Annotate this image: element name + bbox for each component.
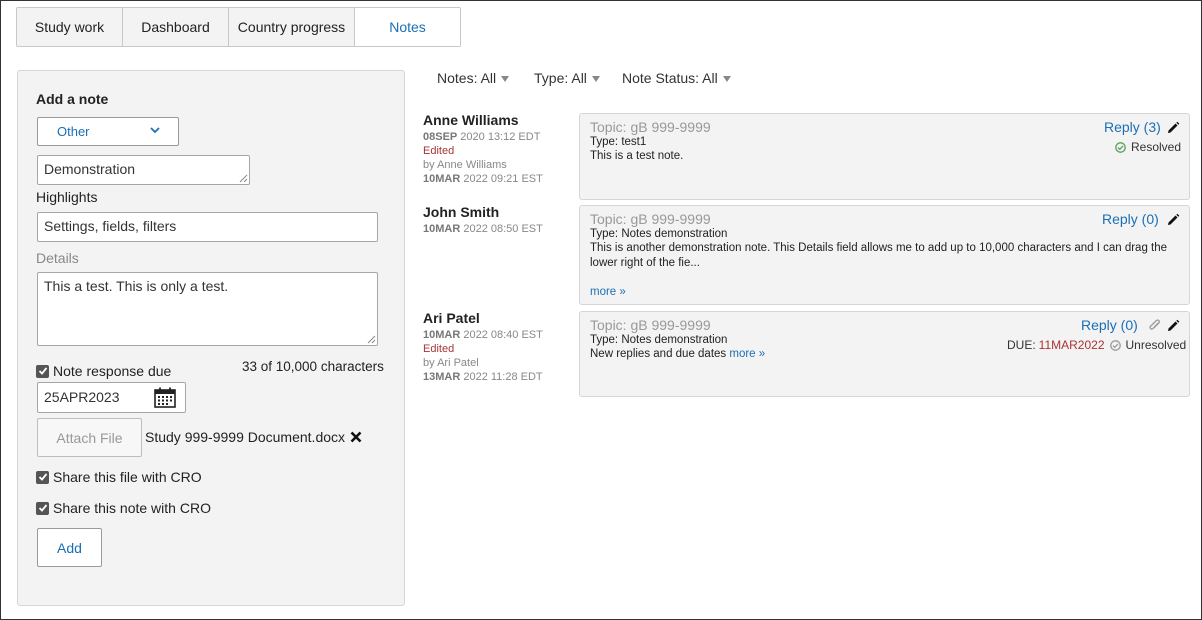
note-topic: Topic: gB 999-9999 (590, 211, 711, 227)
notes-filter[interactable]: Notes: All (437, 70, 510, 86)
note-meta: 08SEP 2020 13:12 EDT Edited by Anne Will… (423, 130, 543, 186)
note-body: This is another demonstration note. This… (590, 242, 1168, 269)
edited-label: Edited (423, 145, 455, 157)
add-note-heading: Add a note (36, 91, 109, 107)
note-meta: 10MAR 2022 08:50 EST (423, 222, 543, 236)
attached-file-name: Study 999-9999 Document.docx (145, 429, 346, 445)
note-topic: Topic: gB 999-9999 (590, 317, 711, 333)
pencil-icon[interactable] (1166, 121, 1180, 135)
tab-bar: Study work Dashboard Country progress No… (16, 7, 461, 47)
note-date: 08SEP 2020 13:12 EDT (423, 131, 541, 143)
note-author: Anne Williams (423, 112, 519, 128)
note-status: Resolved (1115, 140, 1181, 154)
note-date: 10MAR 2022 08:40 EST (423, 329, 543, 341)
details-textarea[interactable]: This a test. This is only a test. (37, 272, 378, 346)
note-card: Topic: gB 999-9999 Type: test1 This is a… (579, 113, 1190, 200)
remove-icon[interactable] (350, 431, 362, 443)
details-label: Details (36, 250, 79, 266)
reply-link[interactable]: Reply (0) (1081, 317, 1138, 333)
details-textarea-value: This a test. This is only a test. (44, 278, 229, 294)
add-note-panel: Add a note Other Demonstration Highlight… (17, 70, 405, 606)
edited-date: 13MAR 2022 11:28 EDT (423, 371, 543, 383)
response-due-label: Note response due (53, 363, 172, 379)
note-body: This is a test note. (590, 150, 684, 162)
subject-field[interactable]: Demonstration (37, 155, 250, 185)
share-note-label: Share this note with CRO (53, 500, 211, 516)
status-filter[interactable]: Note Status: All (622, 70, 731, 86)
category-select[interactable]: Other (37, 117, 179, 146)
note-card: Topic: gB 999-9999 Type: Notes demonstra… (579, 311, 1190, 397)
edited-by: by Ari Patel (423, 357, 479, 369)
caret-down-icon (591, 76, 600, 82)
tab-country-progress[interactable]: Country progress (229, 8, 355, 46)
reply-link[interactable]: Reply (3) (1104, 119, 1161, 135)
note-status: DUE: 11MAR2022 Unresolved (1007, 338, 1186, 352)
note-topic: Topic: gB 999-9999 (590, 119, 711, 135)
note-type: Type: Notes demonstration (590, 228, 728, 240)
note-type: Type: test1 (590, 136, 647, 148)
note-date: 10MAR 2022 08:50 EST (423, 223, 543, 235)
notes-filter-label: Notes: All (437, 70, 497, 86)
note-body: New replies and due dates (590, 348, 727, 360)
response-due-checkbox[interactable] (36, 364, 49, 378)
checkmark-icon (38, 367, 47, 375)
attached-file: Study 999-9999 Document.docx (145, 429, 362, 445)
pencil-icon[interactable] (1166, 319, 1180, 333)
note-meta: 10MAR 2022 08:40 EST Edited by Ari Patel… (423, 328, 543, 384)
share-note-option[interactable]: Share this note with CRO (36, 500, 211, 516)
paperclip-icon[interactable] (1148, 319, 1162, 333)
due-label: DUE: (1007, 338, 1036, 352)
edited-by: by Anne Williams (423, 159, 507, 171)
response-due-option[interactable]: Note response due (36, 363, 171, 379)
note-type: Type: Notes demonstration (590, 334, 728, 346)
type-filter[interactable]: Type: All (534, 70, 600, 86)
caret-down-icon (722, 76, 731, 82)
checkmark-icon (38, 473, 47, 481)
add-button[interactable]: Add (37, 528, 102, 567)
status-filter-label: Note Status: All (622, 70, 718, 86)
highlights-field[interactable]: Settings, fields, filters (37, 212, 378, 242)
check-circle-icon (1115, 141, 1126, 153)
more-link[interactable]: more » (729, 348, 765, 360)
pencil-icon[interactable] (1166, 213, 1180, 227)
share-note-checkbox[interactable] (36, 501, 49, 515)
tab-notes[interactable]: Notes (355, 8, 460, 46)
more-link[interactable]: more » (590, 285, 626, 300)
note-body-line: New replies and due dates more » (590, 347, 765, 362)
note-status-label: Resolved (1131, 140, 1182, 154)
due-date-field[interactable]: 25APR2023 (37, 382, 186, 413)
resize-grip-icon[interactable] (367, 335, 376, 344)
attach-file-button[interactable]: Attach File (37, 418, 142, 457)
due-date-value: 25APR2023 (44, 389, 120, 405)
edited-label: Edited (423, 343, 455, 355)
category-select-value: Other (57, 124, 90, 139)
checkmark-icon (38, 504, 47, 512)
tab-study-work[interactable]: Study work (17, 8, 123, 46)
chevron-down-icon (150, 127, 160, 134)
type-filter-label: Type: All (534, 70, 587, 86)
calendar-icon[interactable] (154, 387, 176, 408)
edited-date: 10MAR 2022 09:21 EST (423, 173, 543, 185)
share-file-option[interactable]: Share this file with CRO (36, 469, 202, 485)
highlights-field-value: Settings, fields, filters (44, 218, 177, 234)
note-status-label: Unresolved (1125, 338, 1187, 352)
caret-down-icon (501, 76, 510, 82)
note-author: Ari Patel (423, 310, 480, 326)
resize-grip-icon[interactable] (239, 174, 248, 183)
due-date: 11MAR2022 (1038, 338, 1105, 352)
note-card: Topic: gB 999-9999 Type: Notes demonstra… (579, 205, 1190, 305)
char-count: 33 of 10,000 characters (242, 359, 384, 374)
highlights-label: Highlights (36, 189, 98, 205)
share-file-checkbox[interactable] (36, 470, 49, 484)
subject-field-value: Demonstration (44, 161, 136, 177)
check-circle-icon (1109, 339, 1121, 351)
tab-dashboard[interactable]: Dashboard (123, 8, 229, 46)
reply-link[interactable]: Reply (0) (1102, 211, 1159, 227)
app-window: Study work Dashboard Country progress No… (0, 0, 1202, 620)
share-file-label: Share this file with CRO (53, 469, 202, 485)
note-author: John Smith (423, 204, 500, 220)
